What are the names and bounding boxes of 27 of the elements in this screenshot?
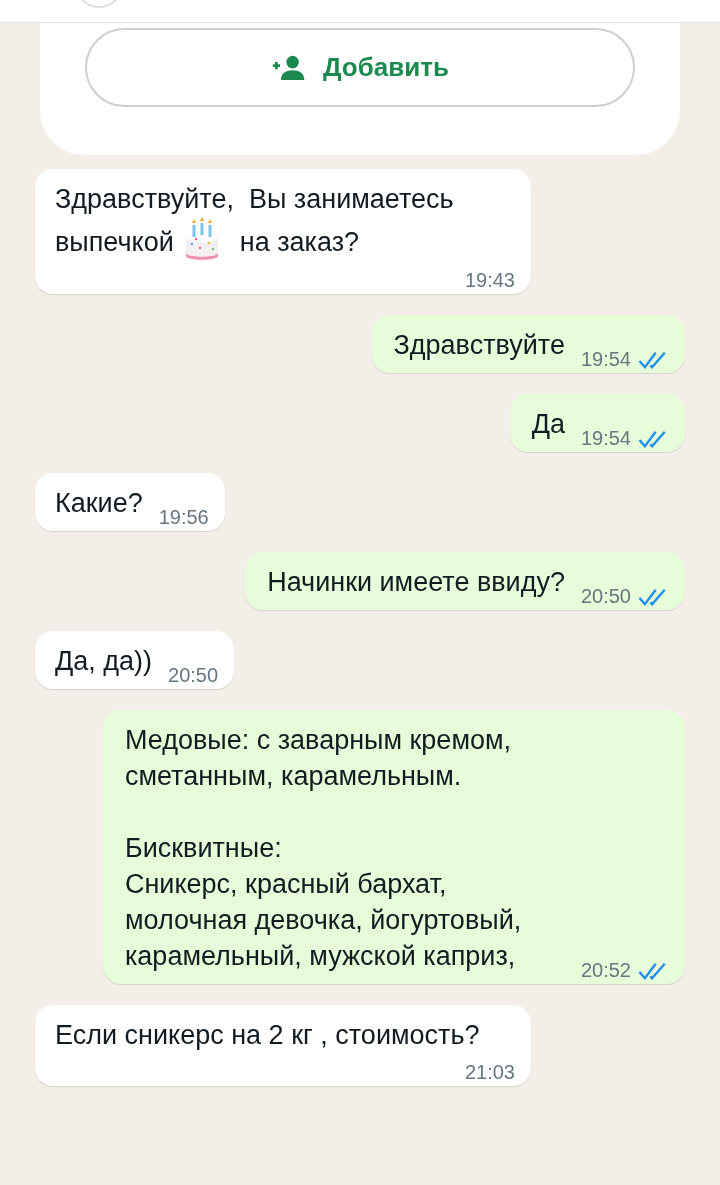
message-time: 19:54: [580, 427, 631, 450]
message-text: Здравствуйте: [393, 330, 565, 360]
message-time: 19:56: [158, 506, 209, 529]
message-bubble[interactable]: Да, да)) 20:50: [35, 631, 235, 689]
message-bubble[interactable]: Если сникерс на 2 кг , стоимость? 21:03: [35, 1005, 531, 1086]
message-text: Здравствуйте, Вы занимаетесь: [55, 184, 454, 214]
message-bubble[interactable]: Здравствуйте, Вы занимаетесь выпечкой на заказ? 19:43: [35, 169, 531, 294]
message-bubble[interactable]: Начинки имеете ввиду? 20:50: [245, 552, 685, 610]
message-time: 19:43: [464, 269, 515, 292]
message-time: 20:52: [580, 959, 631, 982]
message-bubble[interactable]: Медовые: с заварным кремом, сметанным, карамельным. Бисквитные: Сникерс, красный бархат, молочная девочка, йогуртовый, карамельный, мужской каприз, 20:52: [102, 710, 685, 984]
add-contact-button[interactable]: Добавить: [85, 28, 635, 107]
message-bubble[interactable]: Да 19:54: [509, 394, 685, 452]
message-text: Да, да)): [55, 646, 153, 676]
message-text: Если сникерс на 2 кг , стоимость?: [55, 1020, 480, 1050]
message-time: 21:03: [464, 1061, 515, 1084]
message-text: на заказ?: [239, 227, 360, 257]
message-time: 19:54: [580, 348, 631, 371]
message-time: 20:50: [580, 585, 631, 608]
message-bubble[interactable]: Какие? 19:56: [35, 473, 225, 531]
message-bubble[interactable]: Здравствуйте 19:54: [371, 315, 685, 373]
message-text: Начинки имеете ввиду?: [267, 567, 565, 597]
message-text: Какие?: [55, 488, 143, 518]
message-time: 20:50: [168, 664, 219, 687]
message-text: Да: [531, 409, 565, 439]
message-text: Медовые: с заварным кремом, сметанным, карамельным. Бисквитные: Сникерс, красный бархат, молочная девочка, йогуртовый, карамельный, мужской каприз,: [124, 725, 523, 971]
message-text: выпечкой: [55, 227, 174, 257]
